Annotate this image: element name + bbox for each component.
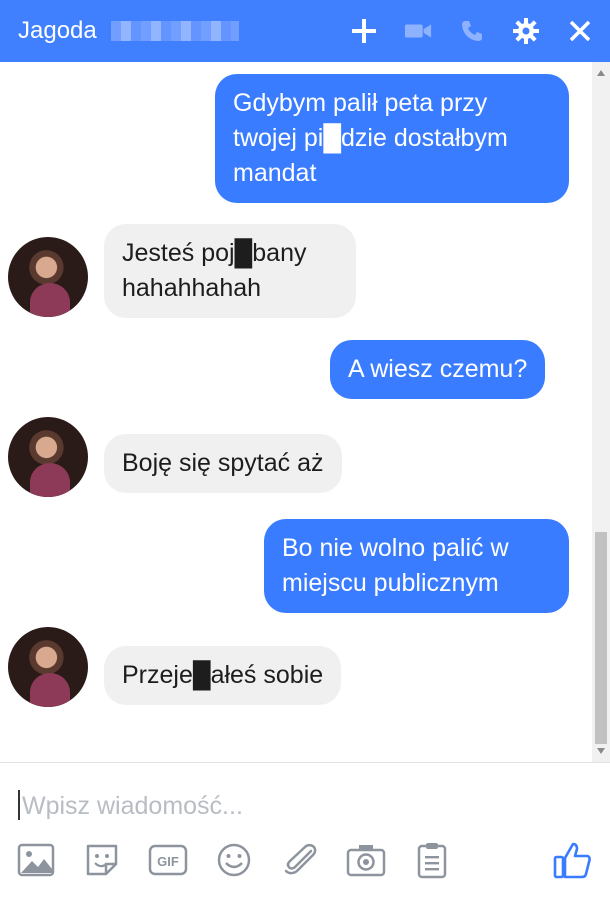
emoji-icon[interactable] — [214, 840, 254, 880]
message-input[interactable] — [22, 786, 572, 826]
plus-icon[interactable] — [350, 17, 378, 45]
gif-label: GIF — [157, 854, 179, 869]
message-incoming: Jesteś poj█bany hahahhahah — [104, 224, 356, 318]
close-icon[interactable] — [566, 17, 594, 45]
message-composer — [18, 786, 578, 826]
composer-toolbar: GIF — [16, 838, 606, 884]
camera-icon[interactable] — [346, 840, 386, 880]
contact-avatar[interactable] — [8, 417, 88, 497]
contact-avatar[interactable] — [8, 237, 88, 317]
message-outgoing: Gdybym palił peta przy twojej pi█dzie do… — [215, 74, 569, 203]
contact-avatar[interactable] — [8, 627, 88, 707]
scroll-up-arrow-icon[interactable] — [597, 70, 605, 76]
composer-divider — [0, 762, 610, 763]
text-caret — [18, 790, 20, 820]
scrollbar[interactable] — [592, 62, 610, 762]
header-actions — [350, 0, 594, 62]
image-icon[interactable] — [16, 840, 56, 880]
chat-header: Jagoda — [0, 0, 610, 62]
message-list: Gdybym palił peta przy twojej pi█dzie do… — [0, 62, 592, 762]
scroll-down-arrow-icon[interactable] — [597, 748, 605, 754]
message-outgoing: Bo nie wolno palić w miejscu publicznym — [264, 519, 569, 613]
attachment-icon[interactable] — [280, 840, 320, 880]
gear-icon[interactable] — [512, 17, 540, 45]
message-incoming: Przeje█ałeś sobie — [104, 646, 342, 705]
contact-name[interactable]: Jagoda — [0, 17, 97, 45]
clipboard-icon[interactable] — [412, 840, 452, 880]
phone-icon[interactable] — [458, 17, 486, 45]
scrollbar-thumb[interactable] — [595, 532, 607, 744]
like-icon[interactable] — [552, 840, 592, 880]
message-incoming: Boję się spytać aż — [104, 434, 342, 493]
blurred-surname — [110, 21, 239, 41]
video-camera-icon[interactable] — [404, 17, 432, 45]
message-outgoing: A wiesz czemu? — [330, 340, 546, 399]
gif-icon[interactable]: GIF — [148, 840, 188, 880]
sticker-icon[interactable] — [82, 840, 122, 880]
